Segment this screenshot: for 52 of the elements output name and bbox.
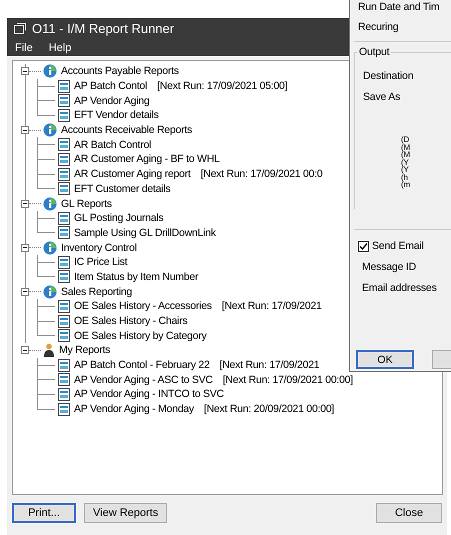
report-item[interactable]: AR Batch Control: [74, 138, 152, 151]
format-code: (D: [401, 136, 410, 144]
tree-group-label[interactable]: Accounts Payable Reports: [61, 65, 179, 78]
format-code: (M: [401, 144, 411, 151]
report-item[interactable]: AP Vendor Aging - ASC to SVC: [74, 374, 213, 386]
group-title: Output: [357, 46, 392, 58]
tree-group-label[interactable]: GL Reports: [61, 198, 112, 210]
format-code: (Y: [401, 158, 409, 166]
report-item[interactable]: AP Vendor Aging - INTCO to SVC: [74, 388, 224, 400]
checkbox-label[interactable]: Send Email: [372, 240, 424, 252]
report-item[interactable]: AP Vendor Aging - Monday: [74, 403, 194, 416]
report-item[interactable]: Sample Using GL DrillDownLink: [74, 226, 216, 239]
format-code: (Y: [401, 166, 410, 174]
tree-group-label[interactable]: Inventory Control: [61, 242, 137, 254]
report-item[interactable]: AR Customer Aging report: [74, 168, 191, 180]
report-item[interactable]: EFT Customer details: [74, 182, 170, 195]
field-label: Email addresses: [361, 282, 438, 294]
format-code: (m: [401, 181, 411, 188]
tree-group-label[interactable]: Sales Reporting: [61, 286, 132, 298]
menu-item[interactable]: Help: [42, 40, 78, 54]
field-label: Run Date and Tim: [357, 1, 440, 13]
next-run-text: [Next Run: 20/09/2021 00:00]: [204, 403, 334, 416]
report-item[interactable]: AP Batch Contol: [74, 80, 148, 92]
field-label: Message ID: [361, 261, 418, 273]
ok-button[interactable]: OK: [356, 350, 414, 369]
report-item[interactable]: EFT Vendor details: [74, 109, 159, 122]
report-item[interactable]: AR Customer Aging - BF to WHL: [74, 153, 220, 166]
menu-item[interactable]: File: [9, 40, 39, 54]
report-item[interactable]: OE Sales History - Chairs: [74, 315, 188, 328]
format-code: (h: [401, 174, 408, 181]
next-run-text: [Next Run: 17/09/2021 00:0: [200, 168, 322, 180]
field-label: Recuring: [357, 21, 400, 33]
report-item[interactable]: AP Batch Contol - February 22: [74, 359, 210, 372]
print-button[interactable]: Print...: [12, 503, 76, 523]
next-run-text: [Next Run: 17/09/2021: [222, 300, 322, 312]
next-run-text: [Next Run: 17/09/2021 05:00]: [157, 80, 288, 92]
tree-group-label[interactable]: My Reports: [59, 344, 110, 356]
field-label: Destination: [362, 70, 414, 82]
report-item[interactable]: Item Status by Item Number: [74, 270, 198, 283]
next-run-text: [Next Run: 17/09/2021: [220, 359, 320, 372]
report-item[interactable]: OE Sales History by Category: [74, 330, 206, 342]
next-run-text: [Next Run: 17/09/2021 00:00]: [222, 374, 353, 386]
report-item[interactable]: AP Vendor Aging: [74, 94, 150, 107]
report-item[interactable]: OE Sales History - Accessories: [74, 300, 212, 312]
view-reports-button[interactable]: View Reports: [84, 503, 168, 523]
format-code: (M: [401, 151, 411, 158]
close-button[interactable]: Close: [376, 503, 442, 523]
field-label: Save As: [362, 91, 402, 103]
window-title: O11 - I/M Report Runner: [32, 21, 174, 36]
report-item[interactable]: IC Price List: [74, 256, 128, 268]
report-item[interactable]: GL Posting Journals: [74, 212, 164, 224]
tree-group-label[interactable]: Accounts Receivable Reports: [61, 124, 192, 136]
